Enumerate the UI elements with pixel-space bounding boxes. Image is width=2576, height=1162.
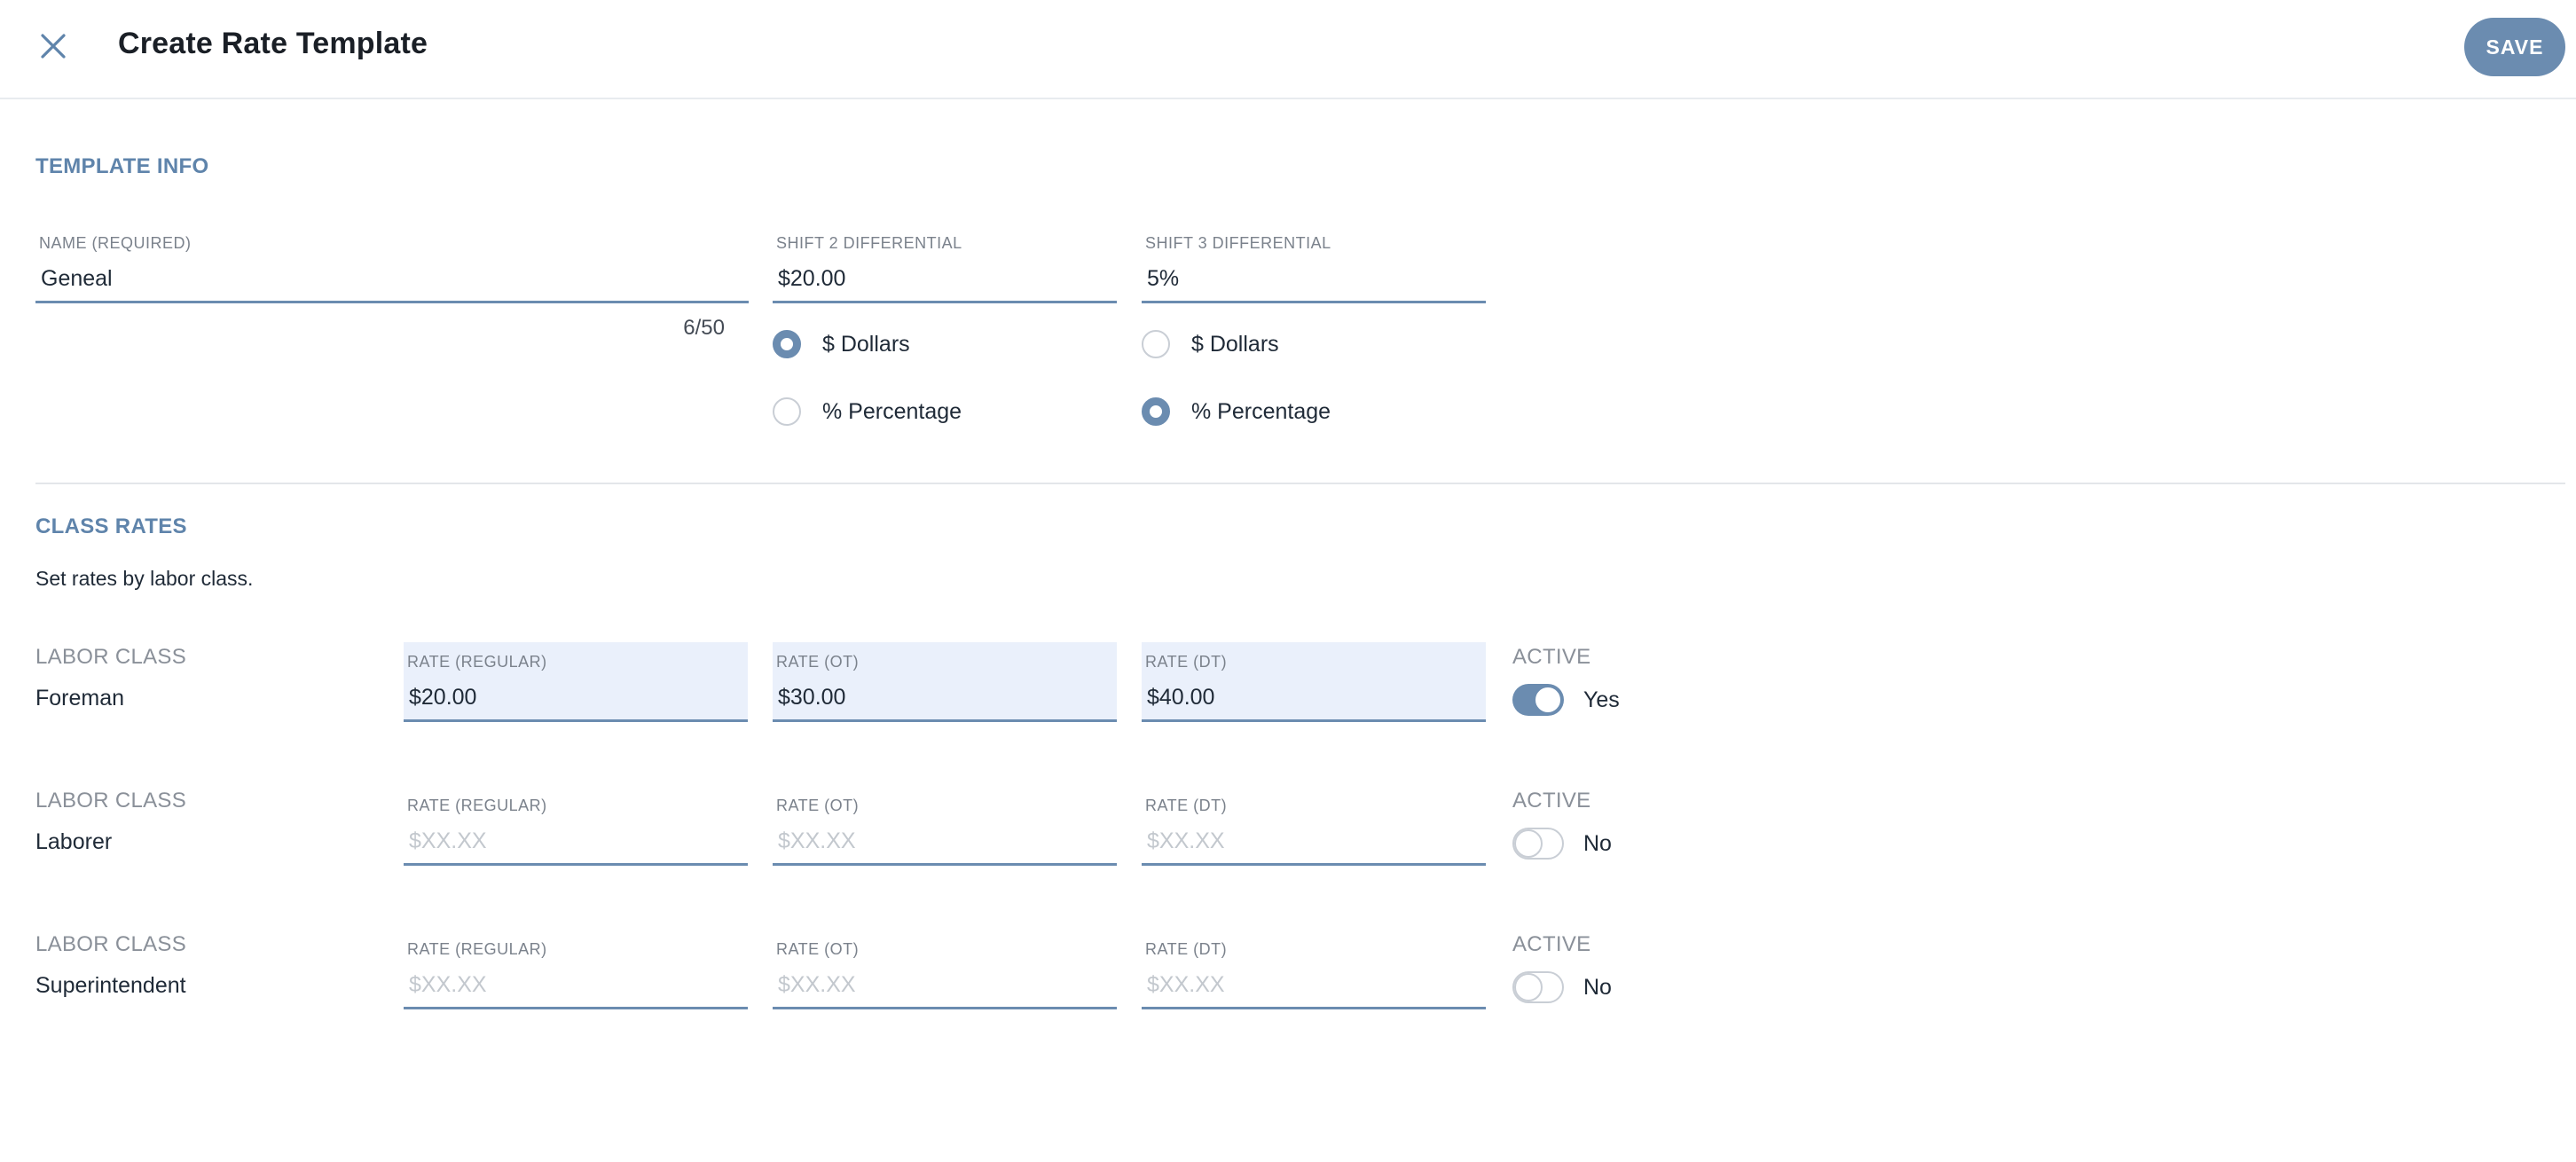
- rate-ot-placeholder[interactable]: $XX.XX: [778, 828, 856, 854]
- rate-ot-label: RATE (OT): [776, 797, 860, 814]
- rate-dt-label: RATE (DT): [1145, 797, 1228, 814]
- shift3-field-value[interactable]: 5%: [1147, 266, 1179, 292]
- radio-unchecked-icon: [1142, 330, 1170, 358]
- shift2-dollars-label: $ Dollars: [822, 331, 910, 357]
- rate-ot-placeholder[interactable]: $XX.XX: [778, 972, 856, 998]
- save-button[interactable]: SAVE: [2464, 18, 2565, 76]
- rate-regular-label: RATE (REGULAR): [407, 940, 547, 958]
- active-status-text: No: [1583, 975, 1612, 1000]
- active-toggle[interactable]: [1512, 971, 1564, 1003]
- labor-class-value: Foreman: [35, 686, 125, 711]
- page-title: Create Rate Template: [118, 27, 428, 60]
- rate-ot-field[interactable]: RATE (OT) $30.00: [773, 642, 1117, 722]
- name-field-label: NAME (REQUIRED): [39, 234, 192, 252]
- radio-checked-icon: [773, 330, 801, 358]
- active-status-text: No: [1583, 831, 1612, 856]
- rate-regular-label: RATE (REGULAR): [407, 653, 547, 671]
- active-label: ACTIVE: [1512, 645, 1591, 669]
- radio-unchecked-icon: [773, 397, 801, 426]
- class-rates-title: CLASS RATES: [35, 514, 187, 538]
- labor-class-label: LABOR CLASS: [35, 645, 187, 669]
- rate-regular-field[interactable]: RATE (REGULAR) $20.00: [404, 642, 748, 722]
- active-status-text: Yes: [1583, 687, 1620, 712]
- labor-class-value: Laborer: [35, 829, 113, 854]
- rate-dt-label: RATE (DT): [1145, 653, 1228, 671]
- rate-ot-label: RATE (OT): [776, 940, 860, 958]
- shift3-differential-field[interactable]: SHIFT 3 DIFFERENTIAL 5%: [1142, 224, 1486, 303]
- active-label: ACTIVE: [1512, 932, 1591, 956]
- page-header: Create Rate Template SAVE: [0, 0, 2576, 99]
- labor-class-value: Superintendent: [35, 973, 186, 998]
- close-button[interactable]: [30, 23, 76, 69]
- active-toggle[interactable]: [1512, 828, 1564, 860]
- shift2-field-label: SHIFT 2 DIFFERENTIAL: [776, 234, 962, 252]
- close-icon: [41, 34, 66, 59]
- shift3-percentage-label: % Percentage: [1191, 398, 1331, 424]
- rate-dt-value[interactable]: $40.00: [1147, 685, 1214, 711]
- shift3-dollars-radio[interactable]: $ Dollars: [1142, 330, 1279, 358]
- shift2-field-value[interactable]: $20.00: [778, 266, 845, 292]
- toggle-knob: [1514, 829, 1543, 858]
- rate-regular-placeholder[interactable]: $XX.XX: [409, 972, 487, 998]
- labor-class-label: LABOR CLASS: [35, 932, 187, 956]
- toggle-knob: [1514, 973, 1543, 1001]
- rate-regular-placeholder[interactable]: $XX.XX: [409, 828, 487, 854]
- rate-dt-field[interactable]: RATE (DT) $XX.XX: [1142, 786, 1486, 866]
- shift3-field-label: SHIFT 3 DIFFERENTIAL: [1145, 234, 1331, 252]
- rate-ot-field[interactable]: RATE (OT) $XX.XX: [773, 930, 1117, 1009]
- shift3-dollars-label: $ Dollars: [1191, 331, 1279, 357]
- radio-checked-icon: [1142, 397, 1170, 426]
- rate-regular-field[interactable]: RATE (REGULAR) $XX.XX: [404, 930, 748, 1009]
- rate-ot-field[interactable]: RATE (OT) $XX.XX: [773, 786, 1117, 866]
- rate-dt-field[interactable]: RATE (DT) $40.00: [1142, 642, 1486, 722]
- rate-ot-label: RATE (OT): [776, 653, 860, 671]
- active-toggle[interactable]: [1512, 684, 1564, 716]
- shift2-percentage-radio[interactable]: % Percentage: [773, 397, 962, 426]
- shift2-differential-field[interactable]: SHIFT 2 DIFFERENTIAL $20.00: [773, 224, 1117, 303]
- rate-dt-label: RATE (DT): [1145, 940, 1228, 958]
- rate-regular-label: RATE (REGULAR): [407, 797, 547, 814]
- labor-class-label: LABOR CLASS: [35, 789, 187, 813]
- shift2-percentage-label: % Percentage: [822, 398, 962, 424]
- rate-ot-value[interactable]: $30.00: [778, 685, 845, 711]
- active-label: ACTIVE: [1512, 789, 1591, 813]
- name-char-counter: 6/50: [683, 316, 725, 340]
- toggle-knob: [1534, 686, 1562, 714]
- shift3-percentage-radio[interactable]: % Percentage: [1142, 397, 1331, 426]
- rate-dt-placeholder[interactable]: $XX.XX: [1147, 828, 1225, 854]
- shift2-dollars-radio[interactable]: $ Dollars: [773, 330, 910, 358]
- rate-dt-field[interactable]: RATE (DT) $XX.XX: [1142, 930, 1486, 1009]
- class-rates-description: Set rates by labor class.: [35, 567, 254, 590]
- rate-regular-value[interactable]: $20.00: [409, 685, 476, 711]
- rate-dt-placeholder[interactable]: $XX.XX: [1147, 972, 1225, 998]
- section-divider: [35, 483, 2565, 484]
- name-field[interactable]: NAME (REQUIRED) Geneal: [35, 224, 749, 303]
- name-field-value[interactable]: Geneal: [41, 266, 113, 292]
- rate-regular-field[interactable]: RATE (REGULAR) $XX.XX: [404, 786, 748, 866]
- template-info-title: TEMPLATE INFO: [35, 154, 209, 178]
